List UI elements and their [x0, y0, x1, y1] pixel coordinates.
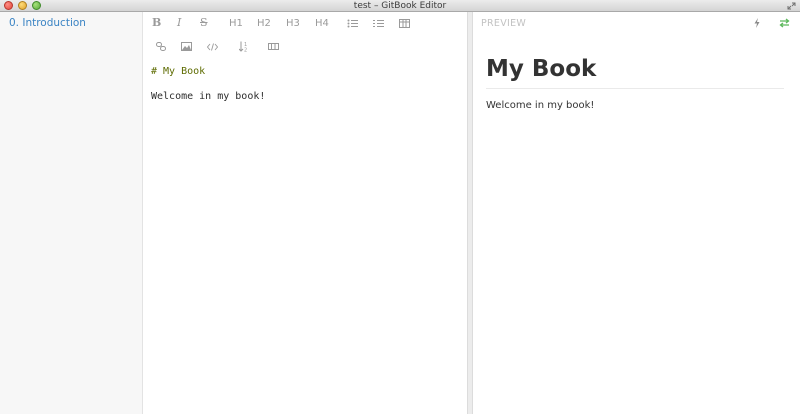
sync-scroll-icon[interactable]: [779, 18, 790, 28]
summary-sidebar: 0. Introduction: [0, 12, 143, 414]
heading4-button[interactable]: H4: [315, 18, 329, 30]
unordered-list-icon[interactable]: [347, 19, 358, 28]
bolt-icon[interactable]: [754, 18, 760, 28]
fullscreen-icon[interactable]: [787, 2, 796, 10]
horizontal-rule-icon[interactable]: [268, 43, 279, 50]
italic-button[interactable]: I: [177, 17, 181, 29]
heading3-button[interactable]: H3: [286, 18, 300, 30]
markdown-text-line[interactable]: Welcome in my book!: [151, 91, 265, 102]
bold-button[interactable]: B: [152, 17, 161, 29]
preview-heading: My Book: [486, 56, 597, 82]
strikethrough-button[interactable]: S: [200, 17, 208, 29]
link-icon[interactable]: [156, 42, 166, 51]
preview-label: PREVIEW: [481, 18, 527, 29]
sort-icon[interactable]: 1 2: [239, 41, 249, 52]
window-titlebar: test – GitBook Editor: [0, 0, 800, 12]
ordered-list-icon[interactable]: [373, 19, 384, 28]
svg-text:2: 2: [244, 48, 247, 53]
heading2-button[interactable]: H2: [257, 18, 271, 30]
markdown-heading-line[interactable]: # My Book: [151, 66, 205, 77]
heading-underline: [486, 88, 784, 89]
preview-paragraph: Welcome in my book!: [486, 100, 595, 111]
table-icon[interactable]: [399, 19, 410, 28]
sidebar-item-introduction[interactable]: 0. Introduction: [9, 17, 86, 29]
heading1-button[interactable]: H1: [229, 18, 243, 30]
code-icon[interactable]: [207, 43, 218, 51]
image-icon[interactable]: [181, 42, 192, 51]
window-title: test – GitBook Editor: [353, 1, 447, 11]
